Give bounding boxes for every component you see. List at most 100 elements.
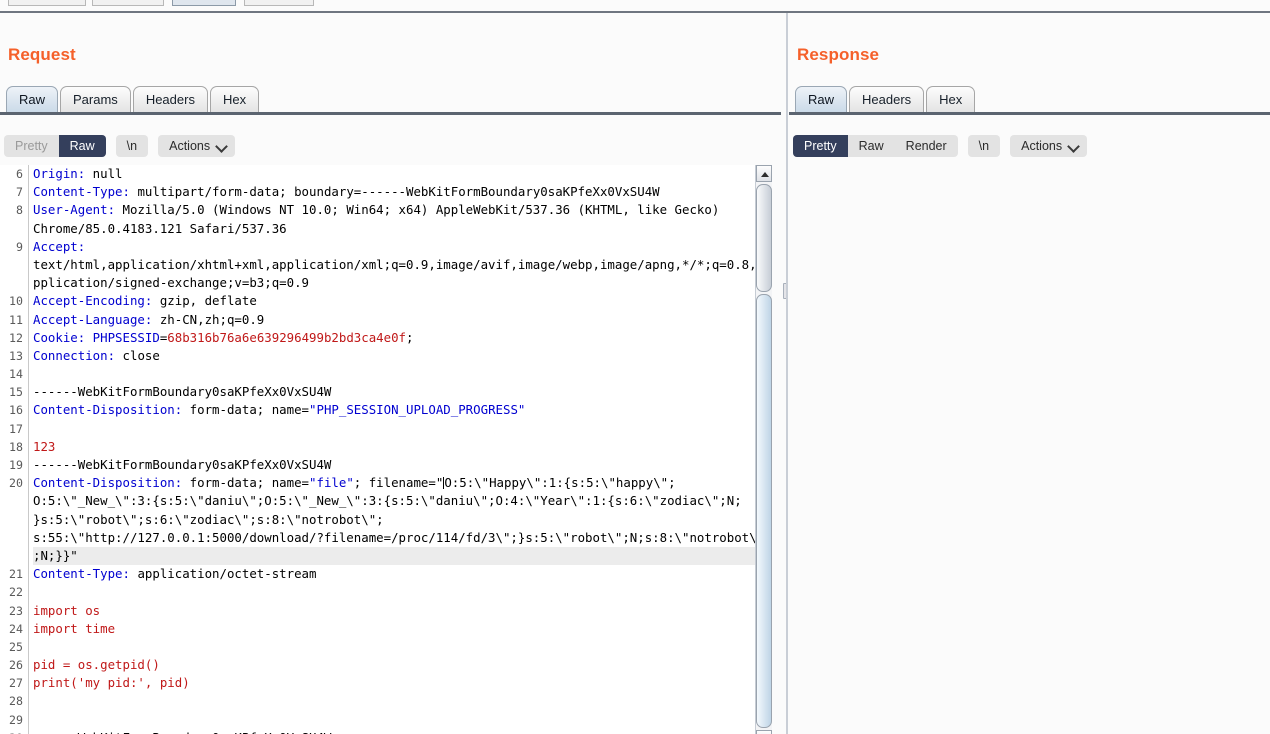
request-tab-headers[interactable]: Headers: [132, 86, 208, 114]
response-toolbar: Pretty Raw Render \n Actions: [793, 133, 1088, 159]
request-code-line[interactable]: [33, 692, 755, 710]
response-tab-underline: [789, 112, 1270, 115]
request-line-number: [0, 256, 28, 274]
request-tab-params[interactable]: Params: [60, 86, 131, 114]
request-code-line[interactable]: pid = os.getpid(): [33, 656, 755, 674]
request-line-number: 15: [9, 385, 23, 400]
request-token: Connection:: [33, 347, 116, 363]
request-token: 68b316b76a6e639296499b2bd3ca4e0f: [167, 329, 407, 345]
request-line-number: [0, 274, 28, 292]
request-line-number: [0, 220, 28, 238]
request-code-line[interactable]: Content-Type: multipart/form-data; bound…: [33, 183, 755, 201]
request-code-line[interactable]: [33, 711, 755, 729]
request-line-number: [0, 547, 28, 565]
request-title: Request: [8, 45, 76, 64]
request-line-number: 23: [9, 603, 23, 618]
request-token: Cookie:: [33, 329, 86, 345]
request-editor[interactable]: 6 7 8 9 10 11 12 13 14 15 16 17 18 19 20 21 22 23 24 25 26 27…: [0, 165, 755, 734]
request-code-line[interactable]: Cookie: PHPSESSID=68b316b76a6e639296499b…: [33, 329, 755, 347]
request-code-line[interactable]: import os: [33, 602, 755, 620]
request-scroll-up-icon[interactable]: [756, 165, 772, 182]
request-code-line[interactable]: [33, 420, 755, 438]
request-newline-button[interactable]: \n: [115, 135, 149, 157]
request-code-line[interactable]: s:55:\"http://127.0.0.1:5000/download/?f…: [33, 529, 755, 547]
request-token: Content-Type:: [33, 566, 130, 582]
request-code-line[interactable]: Connection: close: [33, 347, 755, 365]
request-line-number: 10: [9, 294, 23, 309]
request-token: zh-CN,zh;q=0.9: [152, 311, 265, 327]
request-code-content[interactable]: Origin: null Content-Type: multipart/form…: [33, 165, 755, 734]
request-token: Origin:: [33, 166, 86, 181]
request-line-number: 28: [9, 694, 23, 709]
request-code-line[interactable]: Accept-Language: zh-CN,zh;q=0.9: [33, 311, 755, 329]
request-token: User-Agent:: [33, 202, 116, 218]
request-code-line[interactable]: Content-Type: application/octet-stream: [33, 565, 755, 583]
top-tab-3-selected[interactable]: [172, 0, 236, 6]
response-render-button[interactable]: Render: [895, 135, 958, 157]
response-panel: Response Raw Headers Hex Pretty Raw Rend…: [789, 13, 1270, 734]
request-code-line[interactable]: ------WebKitFormBoundary0saKPfeXx0VxSU4W: [33, 456, 755, 474]
response-actions-button[interactable]: Actions: [1010, 135, 1088, 157]
request-token: null: [85, 166, 123, 181]
request-toolbar: Pretty Raw \n Actions: [4, 133, 236, 159]
top-tab-1[interactable]: [8, 0, 86, 6]
request-code-line[interactable]: ------WebKitFormBoundary0saKPfeXx0VxSU4W: [33, 383, 755, 401]
request-code-line[interactable]: Chrome/85.0.4183.121 Safari/537.36: [33, 220, 755, 238]
request-token: Accept-Encoding:: [33, 293, 153, 309]
request-code-line[interactable]: text/html,application/xhtml+xml,applicat…: [33, 256, 755, 274]
request-line-number: [0, 511, 28, 529]
request-tab-hex[interactable]: Hex: [209, 86, 260, 114]
request-raw-button[interactable]: Raw: [58, 135, 106, 157]
request-code-line[interactable]: Accept-Encoding: gzip, deflate: [33, 292, 755, 310]
request-code-line[interactable]: ------WebKitFormBoundary0saKPfeXx0VxSU4W…: [33, 729, 755, 734]
request-code-line[interactable]: Content-Disposition: form-data; name="fi…: [33, 474, 755, 492]
request-line-number: 14: [9, 367, 23, 382]
request-tab-underline: [0, 112, 781, 115]
request-token: ; filename=": [353, 475, 444, 491]
request-token: pid = os.getpid(): [33, 657, 160, 673]
request-scroll-thumb-top[interactable]: [756, 184, 772, 292]
request-code-line[interactable]: [33, 365, 755, 383]
request-code-line[interactable]: Content-Disposition: form-data; name="PH…: [33, 401, 755, 419]
top-tab-2[interactable]: [92, 0, 164, 6]
request-pretty-button[interactable]: Pretty: [4, 135, 59, 157]
request-gutter-rule: [28, 165, 29, 734]
request-code-line[interactable]: import time: [33, 620, 755, 638]
request-code-line[interactable]: 123: [33, 438, 755, 456]
response-pretty-button[interactable]: Pretty: [793, 135, 848, 157]
response-tab-raw[interactable]: Raw: [795, 86, 848, 114]
request-line-number: 8: [16, 203, 23, 218]
request-code-line[interactable]: }s:5:\"robot\";s:6:\"zodiac\";s:8:\"notr…: [33, 511, 755, 529]
request-code-line[interactable]: print('my pid:', pid): [33, 674, 755, 692]
request-line-number: 30: [0, 729, 28, 734]
request-token: ------WebKitFormBoundary0saKPfeXx0VxSU4W: [33, 457, 332, 472]
request-code-line[interactable]: Accept:: [33, 238, 755, 256]
request-token: ------WebKitFormBoundary0saKPfeXx0VxSU4W: [33, 384, 332, 400]
request-token: s:55:\"http://127.0.0.1:5000/download/?f…: [33, 529, 755, 545]
response-tab-headers[interactable]: Headers: [849, 86, 925, 114]
response-tab-hex[interactable]: Hex: [926, 86, 976, 114]
request-token: print('my pid:', pid): [33, 675, 190, 691]
response-actions-label: Actions: [1021, 139, 1063, 153]
request-tab-raw[interactable]: Raw: [6, 86, 59, 114]
response-panel-left-border: [786, 13, 788, 734]
request-code-line[interactable]: pplication/signed-exchange;v=b3;q=0.9: [33, 274, 755, 292]
request-code-line[interactable]: Origin: null: [33, 165, 755, 183]
response-newline-button[interactable]: \n: [967, 135, 1001, 157]
response-raw-button[interactable]: Raw: [848, 135, 895, 157]
request-code-line[interactable]: User-Agent: Mozilla/5.0 (Windows NT 10.0…: [33, 201, 755, 219]
request-line-number: 6: [16, 167, 23, 181]
request-panel: Request Raw Params Headers Hex Pretty Ra…: [0, 13, 781, 734]
request-code-line[interactable]: ;N;}}": [33, 546, 755, 566]
top-tab-4[interactable]: [244, 0, 314, 6]
request-token: Content-Type:: [33, 184, 130, 200]
request-actions-button[interactable]: Actions: [158, 135, 236, 157]
request-code-line[interactable]: O:5:\"_New_\":3:{s:5:\"daniu\";O:5:\"_Ne…: [33, 492, 755, 510]
request-vertical-scrollbar[interactable]: [755, 165, 772, 734]
request-line-number: [0, 529, 28, 547]
request-scroll-down-icon[interactable]: [756, 730, 772, 734]
request-line-number: 22: [9, 585, 23, 600]
request-scroll-thumb[interactable]: [756, 294, 772, 728]
request-code-line[interactable]: [33, 638, 755, 656]
request-code-line[interactable]: [33, 583, 755, 601]
